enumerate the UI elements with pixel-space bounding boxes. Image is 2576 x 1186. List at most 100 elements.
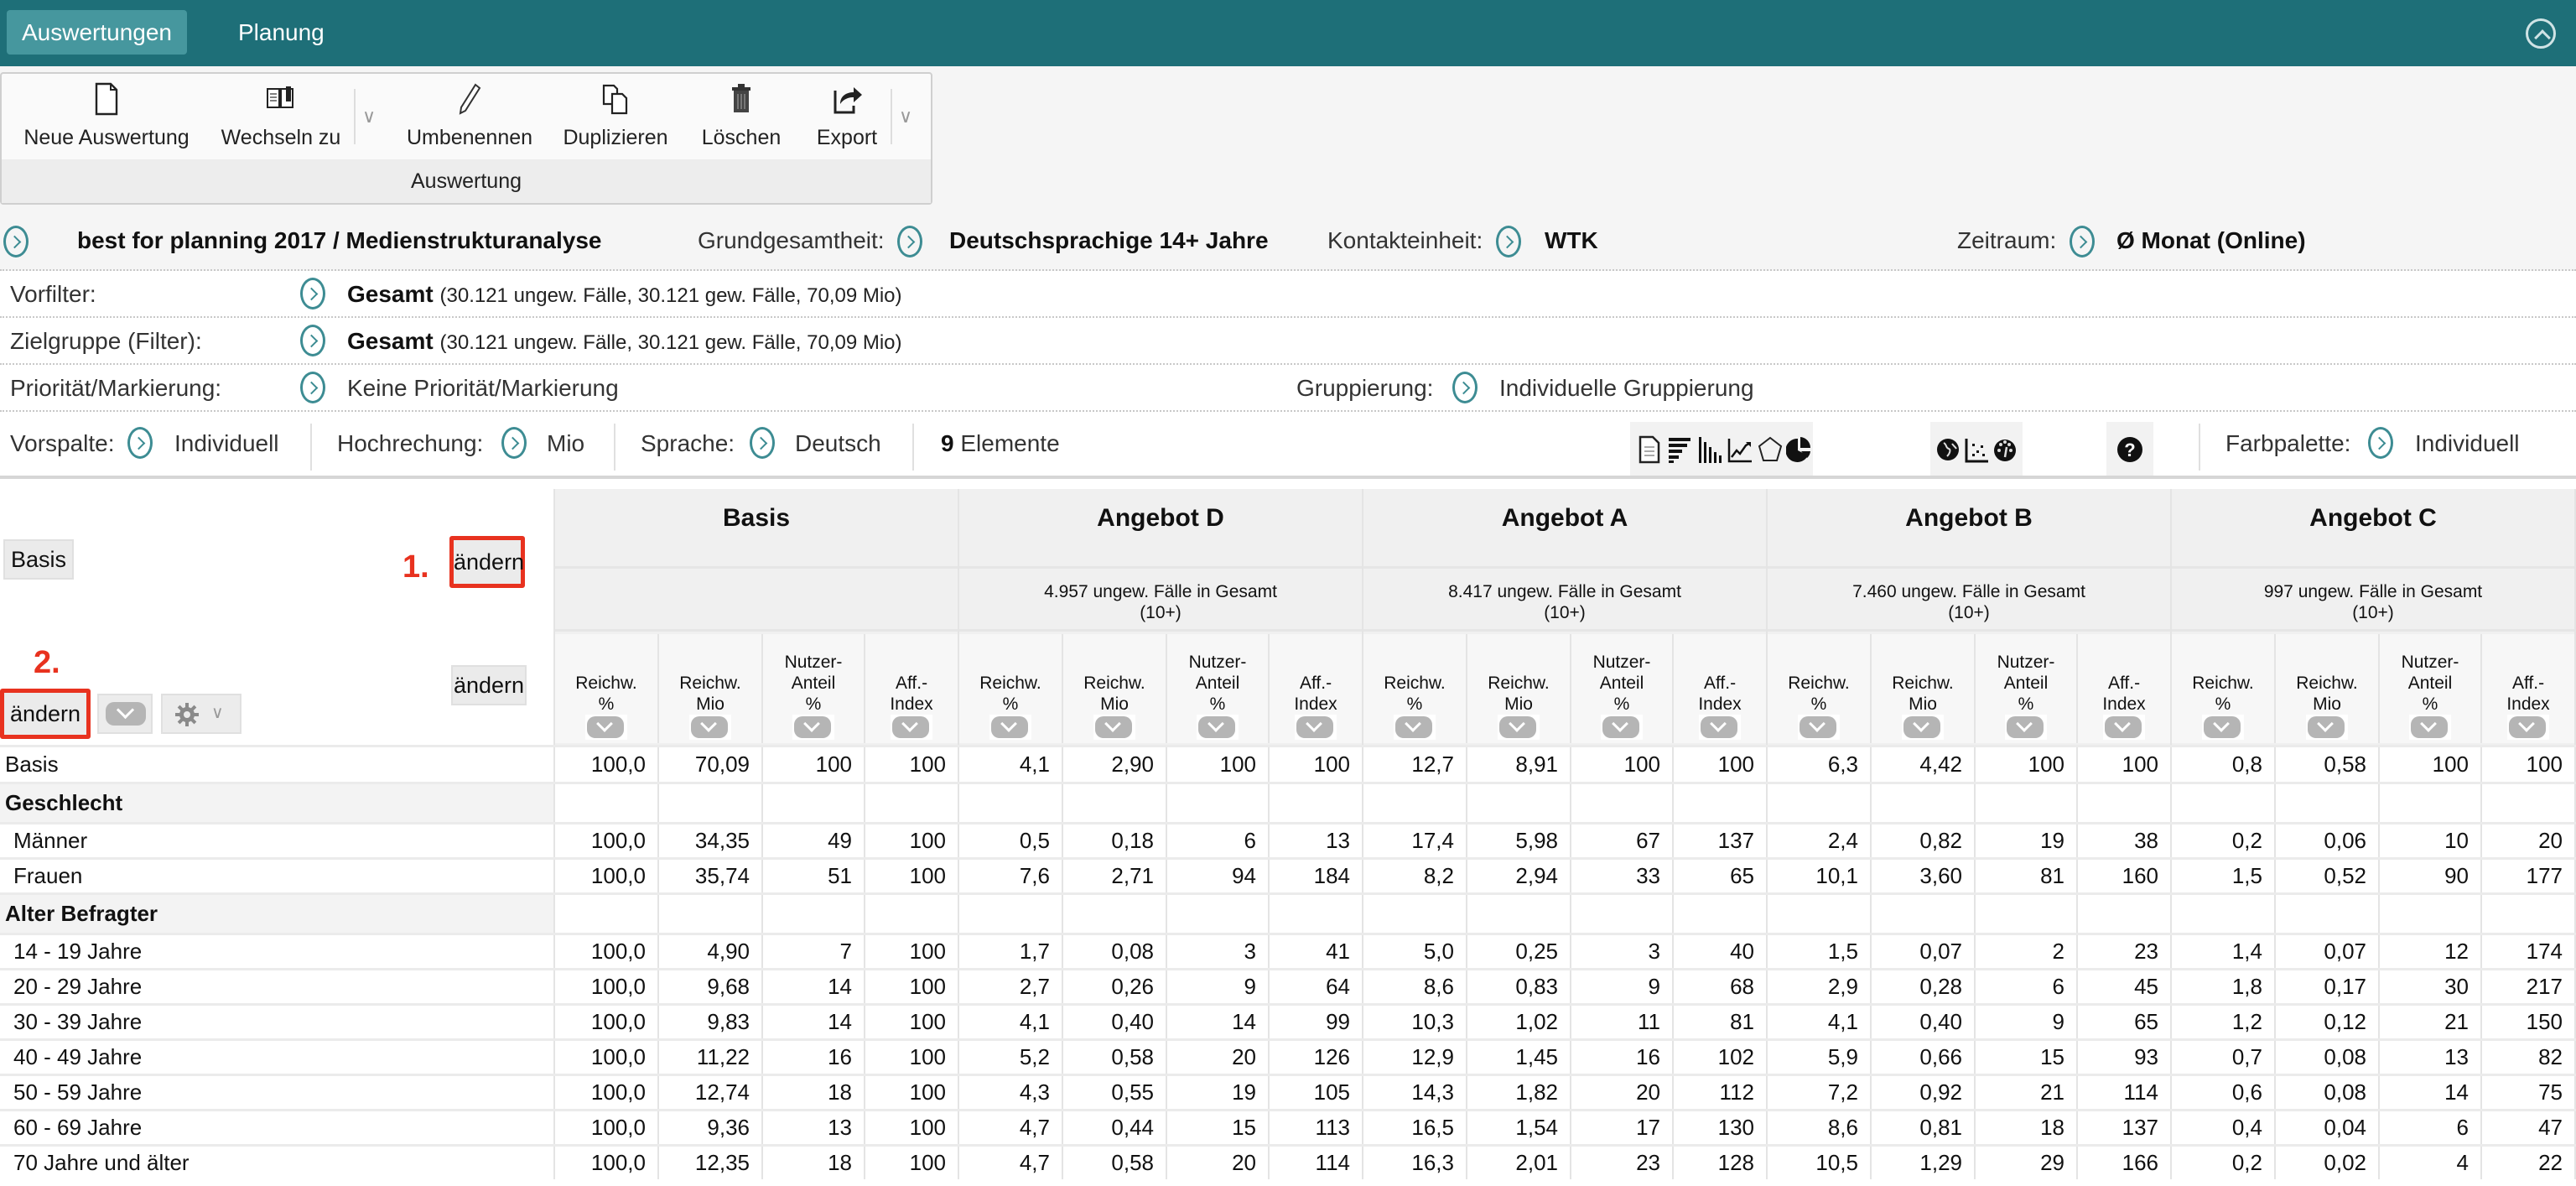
table-cell: 45 [2078, 970, 2172, 1003]
hochrechnung-select-chevron-icon[interactable] [501, 427, 527, 459]
column-sort-button[interactable] [2005, 715, 2047, 740]
table-cell: 35,74 [659, 860, 763, 892]
delete-button[interactable]: Löschen [691, 77, 792, 159]
duplicate-button[interactable]: Duplizieren [557, 77, 674, 159]
column-sort-button[interactable] [2306, 715, 2348, 740]
column-sort-button[interactable] [1798, 715, 1840, 740]
tab-auswertungen[interactable]: Auswertungen [7, 10, 188, 55]
expand-rows-button[interactable] [97, 694, 153, 734]
column-sort-button[interactable] [1197, 715, 1239, 740]
column-sort-button[interactable] [585, 715, 627, 740]
change-columns-button[interactable]: ändern [449, 536, 525, 588]
table-cell: 8,6 [1768, 1111, 1872, 1144]
table-cell: 100 [2380, 747, 2482, 782]
column-sort-button[interactable] [2507, 715, 2549, 740]
zeitraum-select-chevron-icon[interactable] [2070, 226, 2095, 257]
tab-planung[interactable]: Planung [223, 10, 340, 55]
trash-icon [691, 82, 792, 124]
column-sort-button[interactable] [989, 715, 1031, 740]
table-cell: 47 [2482, 1111, 2576, 1144]
export-dropdown-chevron-icon[interactable]: ∨ [891, 89, 919, 144]
table-cell [865, 895, 959, 933]
table-cell [1363, 895, 1467, 933]
vorfilter-value: Gesamt [347, 281, 434, 307]
horizontal-bar-chart-icon[interactable] [1667, 435, 1696, 464]
table-cell: 2,4 [1768, 824, 1872, 857]
column-sort-button[interactable] [792, 715, 834, 740]
table-cell: 100,0 [555, 1111, 659, 1144]
switch-to-dropdown-chevron-icon[interactable]: ∨ [354, 89, 382, 144]
row-settings-dropdown[interactable]: ∨ [161, 694, 242, 734]
column-sort-button[interactable] [2202, 715, 2244, 740]
new-evaluation-button[interactable]: Neue Auswertung [18, 77, 195, 159]
table-cell: 114 [2078, 1076, 2172, 1109]
help-icon[interactable]: ? [2116, 435, 2145, 464]
table-cell: 0,26 [1063, 970, 1167, 1003]
scatter-plot-icon[interactable] [1964, 435, 1992, 464]
column-group: Angebot A 8.417 ungew. Fälle in Gesamt (1… [1363, 489, 1768, 745]
table-cell [2078, 895, 2172, 933]
column-header: Reichw. Mio [2276, 634, 2380, 743]
gauge-icon[interactable] [1992, 435, 2021, 464]
table-cell: 12 [2380, 935, 2482, 968]
column-header: Reichw. Mio [1063, 634, 1167, 743]
vorspalte-select-chevron-icon[interactable] [127, 427, 153, 459]
table-cell: 0,12 [2276, 1006, 2380, 1038]
gruppierung-select-chevron-icon[interactable] [1452, 372, 1478, 403]
table-cell [2276, 784, 2380, 822]
table-cell: 15 [1976, 1041, 2078, 1074]
table-cell: 100 [865, 970, 959, 1003]
help-panel: ? [2106, 422, 2153, 476]
table-cell: 5,9 [1768, 1041, 1872, 1074]
kontakteinheit-select-chevron-icon[interactable] [1496, 226, 1521, 257]
table-cell: 100,0 [555, 747, 659, 782]
globe-map-icon[interactable] [1935, 435, 1964, 464]
table-cell: 99 [1270, 1006, 1363, 1038]
table-view-icon[interactable] [1637, 435, 1665, 464]
vertical-bar-chart-icon[interactable] [1697, 435, 1726, 464]
switch-to-button[interactable]: Wechseln zu [210, 77, 352, 159]
table-cell: 23 [2078, 935, 2172, 968]
table-cell [1674, 784, 1768, 822]
column-sort-button[interactable] [2409, 715, 2451, 740]
chevron-down-icon [2411, 716, 2448, 738]
prioritaet-select-chevron-icon[interactable] [300, 372, 325, 403]
table-cell: 11 [1571, 1006, 1674, 1038]
column-sort-button[interactable] [1498, 715, 1540, 740]
table-cell: 3 [1571, 935, 1674, 968]
line-chart-icon[interactable] [1727, 435, 1756, 464]
vorfilter-select-chevron-icon[interactable] [300, 278, 325, 310]
study-select-chevron-icon[interactable] [3, 226, 29, 257]
column-sort-button[interactable] [1699, 715, 1741, 740]
column-sort-button[interactable] [1394, 715, 1436, 740]
column-sort-button[interactable] [2103, 715, 2145, 740]
column-sort-button[interactable] [1902, 715, 1944, 740]
pie-chart-icon[interactable] [1785, 435, 1815, 464]
column-sort-button[interactable] [891, 715, 932, 740]
radar-chart-icon[interactable] [1758, 435, 1786, 464]
table-category-row: Geschlecht [0, 782, 2576, 822]
table-cell: 21 [2380, 1006, 2482, 1038]
duplicate-icon [557, 82, 674, 124]
column-header-label: Nutzer- Anteil % [2401, 653, 2459, 714]
table-cell: 0,52 [2276, 860, 2380, 892]
table-cell: 11,22 [659, 1041, 763, 1074]
table-cell: 0,58 [1063, 1147, 1167, 1179]
change-header-button[interactable]: ändern [451, 665, 527, 705]
column-sort-button[interactable] [1295, 715, 1337, 740]
zielgruppe-detail: (30.121 ungew. Fälle, 30.121 gew. Fälle,… [439, 331, 902, 354]
table-cell: 100 [1571, 747, 1674, 782]
sprache-select-chevron-icon[interactable] [750, 427, 775, 459]
column-sort-button[interactable] [689, 715, 731, 740]
column-sort-button[interactable] [1601, 715, 1643, 740]
export-button[interactable]: Export [805, 77, 889, 159]
change-rows-button[interactable]: ändern [0, 689, 91, 739]
zielgruppe-select-chevron-icon[interactable] [300, 325, 325, 356]
column-sort-button[interactable] [1093, 715, 1135, 740]
chevron-up-circle-icon[interactable] [2526, 18, 2556, 49]
farbpalette-select-chevron-icon[interactable] [2368, 427, 2393, 459]
column-header-label: Reichw. % [2192, 674, 2254, 714]
table-cell: 4,1 [1768, 1006, 1872, 1038]
rename-button[interactable]: Umbenennen [402, 77, 537, 159]
grundgesamtheit-select-chevron-icon[interactable] [897, 226, 922, 257]
